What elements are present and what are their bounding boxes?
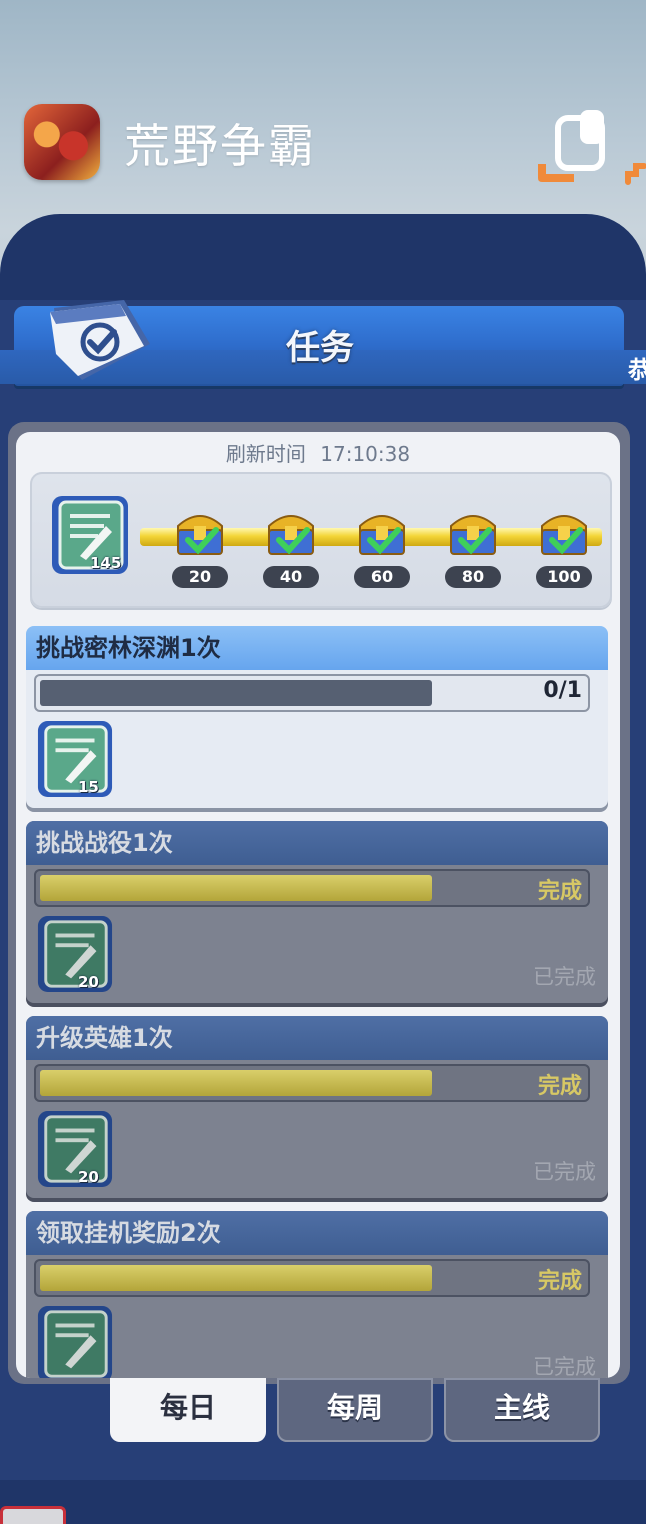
refresh-row: 刷新时间 17:10:38 [16, 438, 620, 467]
task-progress-fill [40, 875, 432, 901]
milestone-label: 100 [536, 566, 592, 588]
milestone-label: 40 [263, 566, 319, 588]
tab-daily[interactable]: 每日 [110, 1378, 266, 1442]
activity-points-icon [37, 1305, 113, 1378]
task-progress-text: 完成 [537, 1074, 582, 1099]
milestone-label: 20 [172, 566, 228, 588]
tab-bar: 每日 每周 主线 [110, 1378, 602, 1444]
activity-points-icon [37, 915, 113, 993]
refresh-time: 17:10:38 [320, 442, 411, 466]
task-card[interactable]: 领取挂机奖励2次 完成 已完成 [26, 1211, 608, 1378]
task-card[interactable]: 升级英雄1次 完成 20 已完成 [26, 1016, 608, 1198]
task-title: 升级英雄1次 [26, 1016, 608, 1060]
milestone-chest[interactable]: 60 [352, 506, 412, 588]
milestone-chest[interactable]: 100 [534, 506, 594, 588]
menu-icon[interactable] [624, 152, 646, 186]
task-status: 已完成 [533, 965, 596, 989]
app-header: 荒野争霸 [0, 0, 646, 230]
share-icon[interactable] [534, 108, 614, 188]
activity-points-value: 145 [90, 554, 122, 572]
treasure-chest-icon [541, 515, 587, 555]
treasure-chest-icon [359, 515, 405, 555]
corner-badge[interactable] [0, 1506, 66, 1524]
tab-weekly[interactable]: 每周 [277, 1378, 433, 1442]
task-progress-track: 完成 [34, 869, 590, 907]
task-progress-fill [40, 680, 432, 706]
activity-points-icon [37, 1110, 113, 1188]
task-progress-text: 完成 [537, 879, 582, 904]
task-card[interactable]: 挑战密林深渊1次 0/1 15 [26, 626, 608, 808]
task-progress-fill [40, 1070, 432, 1096]
milestone-label: 80 [445, 566, 501, 588]
treasure-chest-icon [268, 515, 314, 555]
activity-progress: 145 20 40 60 80 100 [30, 472, 612, 608]
task-progress-fill [40, 1265, 432, 1291]
task-progress-track: 完成 [34, 1259, 590, 1297]
treasure-chest-icon [177, 515, 223, 555]
milestone-chest[interactable]: 40 [261, 506, 321, 588]
task-progress-text: 0/1 [543, 678, 582, 703]
task-panel[interactable]: 刷新时间 17:10:38 145 20 40 60 80 100 挑战密林深渊… [16, 432, 620, 1378]
app-logo-icon [24, 104, 100, 180]
treasure-chest-icon [450, 515, 496, 555]
tab-main[interactable]: 主线 [444, 1378, 600, 1442]
refresh-label: 刷新时间 [225, 442, 306, 466]
task-progress-track: 0/1 [34, 674, 590, 712]
reward-count: 15 [78, 778, 99, 796]
app-title: 荒野争霸 [124, 119, 316, 173]
task-status: 已完成 [533, 1160, 596, 1184]
panel-title: 任务 [286, 328, 354, 368]
activity-points-icon [37, 720, 113, 798]
milestone-chest[interactable]: 80 [443, 506, 503, 588]
task-progress-text: 完成 [537, 1269, 582, 1294]
ribbon-edge-text: 恭 [628, 356, 646, 384]
milestone-label: 60 [354, 566, 410, 588]
task-title: 领取挂机奖励2次 [26, 1211, 608, 1255]
task-progress-track: 完成 [34, 1064, 590, 1102]
task-title: 挑战战役1次 [26, 821, 608, 865]
task-card[interactable]: 挑战战役1次 完成 20 已完成 [26, 821, 608, 1003]
task-status: 已完成 [533, 1355, 596, 1378]
milestone-chest[interactable]: 20 [170, 506, 230, 588]
reward-count: 20 [78, 1168, 99, 1186]
task-title: 挑战密林深渊1次 [26, 626, 608, 670]
task-calendar-icon [50, 300, 150, 380]
reward-count: 20 [78, 973, 99, 991]
